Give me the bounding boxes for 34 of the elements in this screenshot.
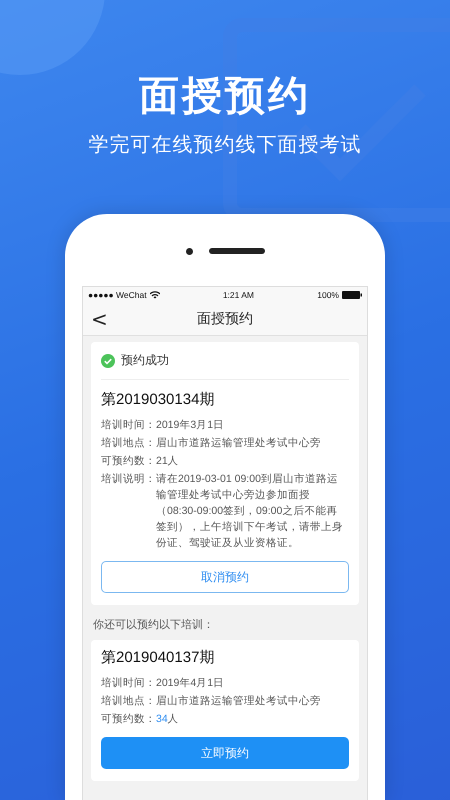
book-button[interactable]: 立即预约 (101, 737, 349, 769)
status-text: 预约成功 (121, 352, 169, 369)
field-value: 眉山市道路运输管理处考试中心旁 (156, 436, 322, 451)
cancel-button[interactable]: 取消预约 (101, 561, 349, 593)
field-value: 2019年4月1日 (156, 676, 226, 691)
battery-icon (342, 291, 362, 299)
period-title: 第2019030134期 (101, 390, 216, 409)
field-label: 可预约数： (101, 454, 156, 469)
speaker-icon (208, 248, 264, 254)
carrier-label: ●●●●● WeChat (88, 290, 147, 300)
field-value: 2019年3月1日 (156, 418, 226, 433)
available-count: 34 (156, 713, 168, 725)
unit-label: 人 (168, 713, 179, 725)
headline: 面授预约 (139, 73, 311, 120)
field-label: 可预约数： (101, 712, 156, 727)
subheadline: 学完可在线预约线下面授考试 (88, 133, 362, 158)
field-value: 眉山市道路运输管理处考试中心旁 (156, 694, 322, 709)
clock-time: 1:21 AM (222, 290, 256, 300)
field-label: 培训地点： (101, 694, 156, 709)
field-label: 培训时间： (101, 418, 156, 433)
field-label: 培训地点： (101, 436, 156, 451)
period-title: 第2019040137期 (101, 648, 216, 667)
battery-percent: 100% (317, 290, 339, 300)
section-label: 你还可以预约以下培训： (93, 618, 215, 632)
camera-icon (186, 248, 192, 254)
available-count: 21 (156, 455, 168, 467)
field-label: 培训时间： (101, 676, 156, 691)
back-button[interactable]: < (83, 307, 116, 331)
unit-label: 人 (168, 455, 179, 467)
field-label: 培训说明： (101, 472, 156, 487)
field-value: 请在2019-03-01 09:00到眉山市道路运输管理处考试中心旁边参加面授（08:30-09:00签到，09:00之后不能再签到），上午培训下午考试，请带上身份证、驾驶证及从业资格证。 (156, 472, 344, 551)
page-title: 面授预约 (197, 310, 253, 328)
wifi-icon (150, 291, 160, 299)
check-icon (101, 354, 115, 368)
